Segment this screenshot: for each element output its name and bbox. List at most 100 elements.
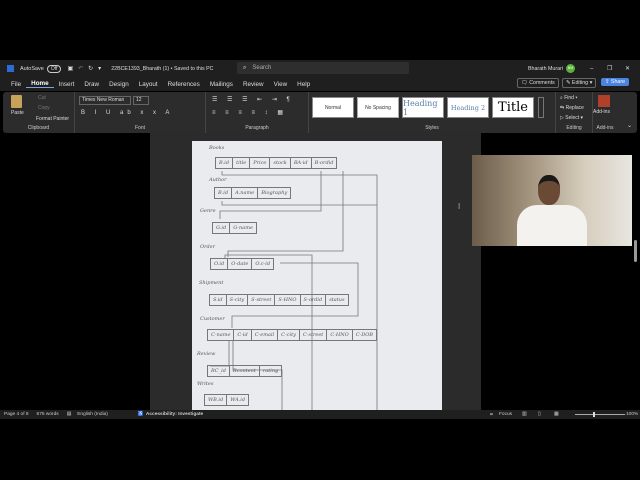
table-customer: C-name C-id C-email C-city C-street C-HNO C-DO… bbox=[207, 329, 377, 341]
column: G-name bbox=[233, 225, 253, 231]
save-icon[interactable]: ▣ bbox=[67, 65, 73, 72]
table-label-writes: Writes bbox=[197, 381, 214, 387]
column: WA.id bbox=[230, 397, 246, 403]
font-size-select[interactable]: 12 bbox=[133, 96, 149, 105]
column: C-DOB bbox=[355, 332, 373, 338]
webcam-overlay[interactable] bbox=[472, 155, 632, 246]
autosave-label: AutoSave bbox=[20, 65, 44, 72]
tab-file[interactable]: File bbox=[6, 81, 26, 88]
search-box[interactable]: ⌕ Search bbox=[237, 62, 409, 74]
proofing-icon[interactable]: ▤ bbox=[67, 412, 72, 417]
column: Price bbox=[250, 158, 271, 168]
restore-icon[interactable]: ❐ bbox=[607, 65, 612, 72]
column: Rcontent bbox=[230, 366, 260, 376]
language[interactable]: English (India) bbox=[77, 412, 108, 417]
column: C-street bbox=[300, 330, 328, 340]
print-layout-icon[interactable]: ▯ bbox=[538, 412, 541, 417]
share-label: Share bbox=[610, 79, 626, 85]
er-diagram-image[interactable]: Books B.id title Price stock BA-id B-ordid Au… bbox=[192, 141, 442, 410]
accessibility-status[interactable]: Accessibility: Investigate bbox=[146, 412, 203, 417]
ribbon: Paste Cut Copy Format Painter Clipboard … bbox=[3, 92, 637, 133]
text-cursor-icon: I bbox=[458, 202, 461, 211]
zoom-slider[interactable] bbox=[575, 414, 625, 415]
format-painter-button[interactable]: Format Painter bbox=[36, 116, 69, 122]
person-body bbox=[517, 205, 587, 246]
word-logo-icon bbox=[7, 65, 14, 72]
list-icons[interactable]: ☰ ☰ ☰ ⇤ ⇥ ¶ bbox=[212, 96, 294, 103]
customize-icon[interactable]: ▾ bbox=[98, 65, 101, 72]
column: G.id bbox=[213, 223, 231, 233]
font-name-select[interactable]: Times New Roman bbox=[79, 96, 131, 105]
document-title[interactable]: 22BCE1393_Bharath (1) • Saved to this PC bbox=[111, 66, 213, 72]
style-no-spacing[interactable]: No Spacing bbox=[357, 97, 399, 118]
focus-button[interactable]: Focus bbox=[499, 412, 512, 417]
zoom-thumb[interactable] bbox=[593, 412, 595, 417]
tab-layout[interactable]: Layout bbox=[134, 81, 163, 88]
zoom-level[interactable]: 100% bbox=[626, 412, 638, 417]
column: S-city bbox=[227, 295, 249, 305]
cut-button[interactable]: Cut bbox=[38, 95, 46, 101]
word-count[interactable]: 675 words bbox=[37, 412, 59, 417]
close-icon[interactable]: ✕ bbox=[625, 65, 630, 72]
page-count[interactable]: Page 4 of 8 bbox=[4, 412, 29, 417]
find-button[interactable]: ⌕ Find ▾ bbox=[560, 95, 577, 101]
replace-button[interactable]: ⇆ Replace bbox=[560, 105, 584, 111]
column: C-HNO bbox=[327, 330, 353, 340]
column: C-name bbox=[208, 330, 235, 340]
redo-icon[interactable]: ↻ bbox=[88, 65, 93, 72]
column: B-ordid bbox=[314, 160, 334, 166]
column: WB.id bbox=[205, 395, 228, 405]
find-label: Find bbox=[564, 95, 574, 101]
tab-insert[interactable]: Insert bbox=[54, 81, 80, 88]
user-name[interactable]: Bharath Murari bbox=[528, 66, 563, 72]
align-icons[interactable]: ≡ ≡ ≡ ≡ ↕ ▦ bbox=[212, 109, 287, 116]
column: Biography bbox=[261, 190, 288, 196]
tab-draw[interactable]: Draw bbox=[79, 81, 104, 88]
avatar[interactable]: BM bbox=[566, 64, 575, 73]
paste-icon bbox=[11, 95, 22, 108]
collapse-ribbon-icon[interactable]: ⌄ bbox=[627, 122, 632, 129]
tab-view[interactable]: View bbox=[269, 81, 293, 88]
read-mode-icon[interactable]: ▥ bbox=[522, 412, 527, 417]
editing-label: Editing bbox=[571, 80, 589, 86]
minimize-icon[interactable]: – bbox=[590, 66, 593, 72]
tab-help[interactable]: Help bbox=[292, 81, 315, 88]
tab-home[interactable]: Home bbox=[26, 80, 54, 88]
undo-icon[interactable]: ↶ bbox=[78, 65, 83, 72]
addins-label: Add-ins bbox=[596, 125, 614, 131]
share-button[interactable]: ⇪ Share bbox=[601, 78, 630, 86]
font-label: Font bbox=[134, 125, 145, 131]
tab-references[interactable]: References bbox=[163, 81, 205, 88]
vertical-scrollbar[interactable] bbox=[634, 240, 637, 262]
font-format-icons[interactable]: B I U ab x x A bbox=[81, 110, 173, 116]
table-review: RC_id Rcontent rating bbox=[207, 365, 283, 377]
select-button[interactable]: ▷ Select ▾ bbox=[560, 115, 583, 121]
tab-mailings[interactable]: Mailings bbox=[205, 81, 238, 88]
autosave-toggle[interactable]: Off bbox=[46, 64, 62, 73]
column: O.c-id bbox=[255, 261, 271, 267]
paste-button[interactable]: Paste bbox=[11, 110, 24, 116]
comments-button[interactable]: 🗨 Comments bbox=[517, 78, 559, 88]
style-title[interactable]: Title bbox=[492, 97, 534, 118]
table-label-customer: Customer bbox=[200, 316, 225, 322]
table-genre: G.id G-name bbox=[212, 222, 257, 234]
table-label-shipment: Shipment bbox=[199, 280, 224, 286]
editing-mode-button[interactable]: ✎ Editing ▾ bbox=[562, 78, 597, 88]
focus-icon[interactable]: ⌗ bbox=[490, 412, 493, 418]
column: C-email bbox=[252, 330, 279, 340]
tab-review[interactable]: Review bbox=[238, 81, 269, 88]
addins-group: Add-ins Add-ins bbox=[593, 92, 617, 133]
table-label-genre: Genre bbox=[200, 208, 216, 214]
styles-scroll[interactable] bbox=[538, 97, 544, 118]
style-heading-1[interactable]: Heading 1 bbox=[402, 97, 444, 118]
addins-button[interactable]: Add-ins bbox=[593, 109, 610, 115]
copy-button[interactable]: Copy bbox=[38, 105, 50, 111]
web-layout-icon[interactable]: ▦ bbox=[554, 412, 559, 417]
style-heading-2[interactable]: Heading 2 bbox=[447, 97, 489, 118]
clipboard-label: Clipboard bbox=[27, 125, 50, 131]
column: B.id bbox=[215, 188, 233, 198]
style-normal[interactable]: Normal bbox=[312, 97, 354, 118]
tab-design[interactable]: Design bbox=[104, 81, 134, 88]
column: stock bbox=[270, 158, 291, 168]
paragraph-group: ☰ ☰ ☰ ⇤ ⇥ ¶ ≡ ≡ ≡ ≡ ↕ ▦ Paragraph bbox=[206, 92, 309, 133]
